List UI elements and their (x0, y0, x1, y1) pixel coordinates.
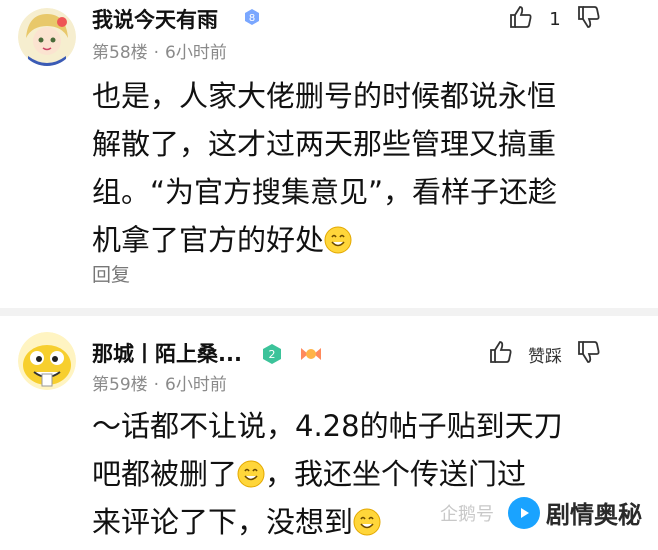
comment-line: 组。“为官方搜集意见”，看样子还趁 (92, 175, 558, 209)
comment-meta: 第58楼 · 6小时前 (92, 38, 227, 63)
timestamp: 6小时前 (165, 375, 227, 395)
timestamp: 6小时前 (165, 43, 227, 63)
comment-line-last: 机拿了官方的好处 (92, 216, 622, 264)
smiley-emoji-icon (353, 502, 381, 536)
comment-line-text: 吧都被删了 (92, 457, 238, 491)
comment-line-with-emoji: 吧都被删了 ，我还坐个传送门过 (92, 450, 622, 498)
level-badge: 2 (260, 342, 284, 370)
comment-line-text: ，我还坐个传送门过 (265, 457, 527, 491)
floor-number: 第58楼 (92, 43, 148, 63)
svg-text:2: 2 (269, 348, 276, 361)
watermark: 剧情奥秘 (508, 495, 642, 530)
thumbs-up-icon[interactable] (488, 339, 514, 369)
divider (0, 308, 658, 316)
separator-dot: · (153, 375, 160, 395)
like-count: 1 (549, 8, 561, 30)
smiley-emoji-icon (237, 454, 265, 488)
level-badge: 8 (243, 8, 261, 26)
username[interactable]: 那城丨陌上桑... (92, 338, 242, 368)
vote-actions: 1 (508, 4, 602, 34)
comment-line-text: 来评论了下，没想到 (92, 505, 354, 539)
like-dislike-label: 赞踩 (528, 346, 562, 367)
avatar[interactable] (18, 332, 76, 390)
fan-badge-icon (298, 342, 324, 370)
thumbs-down-icon[interactable] (576, 339, 602, 369)
reply-button[interactable]: 回复 (92, 260, 130, 287)
watermark-brand: 剧情奥秘 (546, 501, 642, 529)
thumbs-up-icon[interactable] (508, 4, 534, 34)
play-bubble-icon (508, 496, 540, 529)
comment-line-text: 机拿了官方的好处 (92, 223, 325, 257)
thumbs-down-icon[interactable] (576, 4, 602, 34)
comment-body: 也是，人家大佬删号的时候都说永恒 解散了，这才过两天那些管理又搞重 组。“为官方… (92, 72, 622, 264)
smiley-emoji-icon (324, 220, 352, 254)
comment-line: 也是，人家大佬删号的时候都说永恒 (92, 79, 557, 113)
floor-number: 第59楼 (92, 375, 148, 395)
comment-meta: 第59楼 · 6小时前 (92, 370, 227, 395)
watermark-faint-text: 企鹅号 (440, 504, 494, 525)
username[interactable]: 我说今天有雨 (92, 4, 218, 34)
vote-actions: 赞踩 (488, 339, 602, 369)
svg-text:8: 8 (249, 13, 255, 24)
avatar[interactable] (18, 8, 76, 66)
separator-dot: · (153, 43, 160, 63)
comment-line: ～话都不让说，4.28的帖子贴到天刀 (92, 409, 563, 443)
comment-line: 解散了，这才过两天那些管理又搞重 (92, 127, 557, 161)
comment-58: 我说今天有雨 8 第58楼 · 6小时前 1 也是，人家大佬删号的时候都说永恒 解散… (0, 0, 658, 300)
